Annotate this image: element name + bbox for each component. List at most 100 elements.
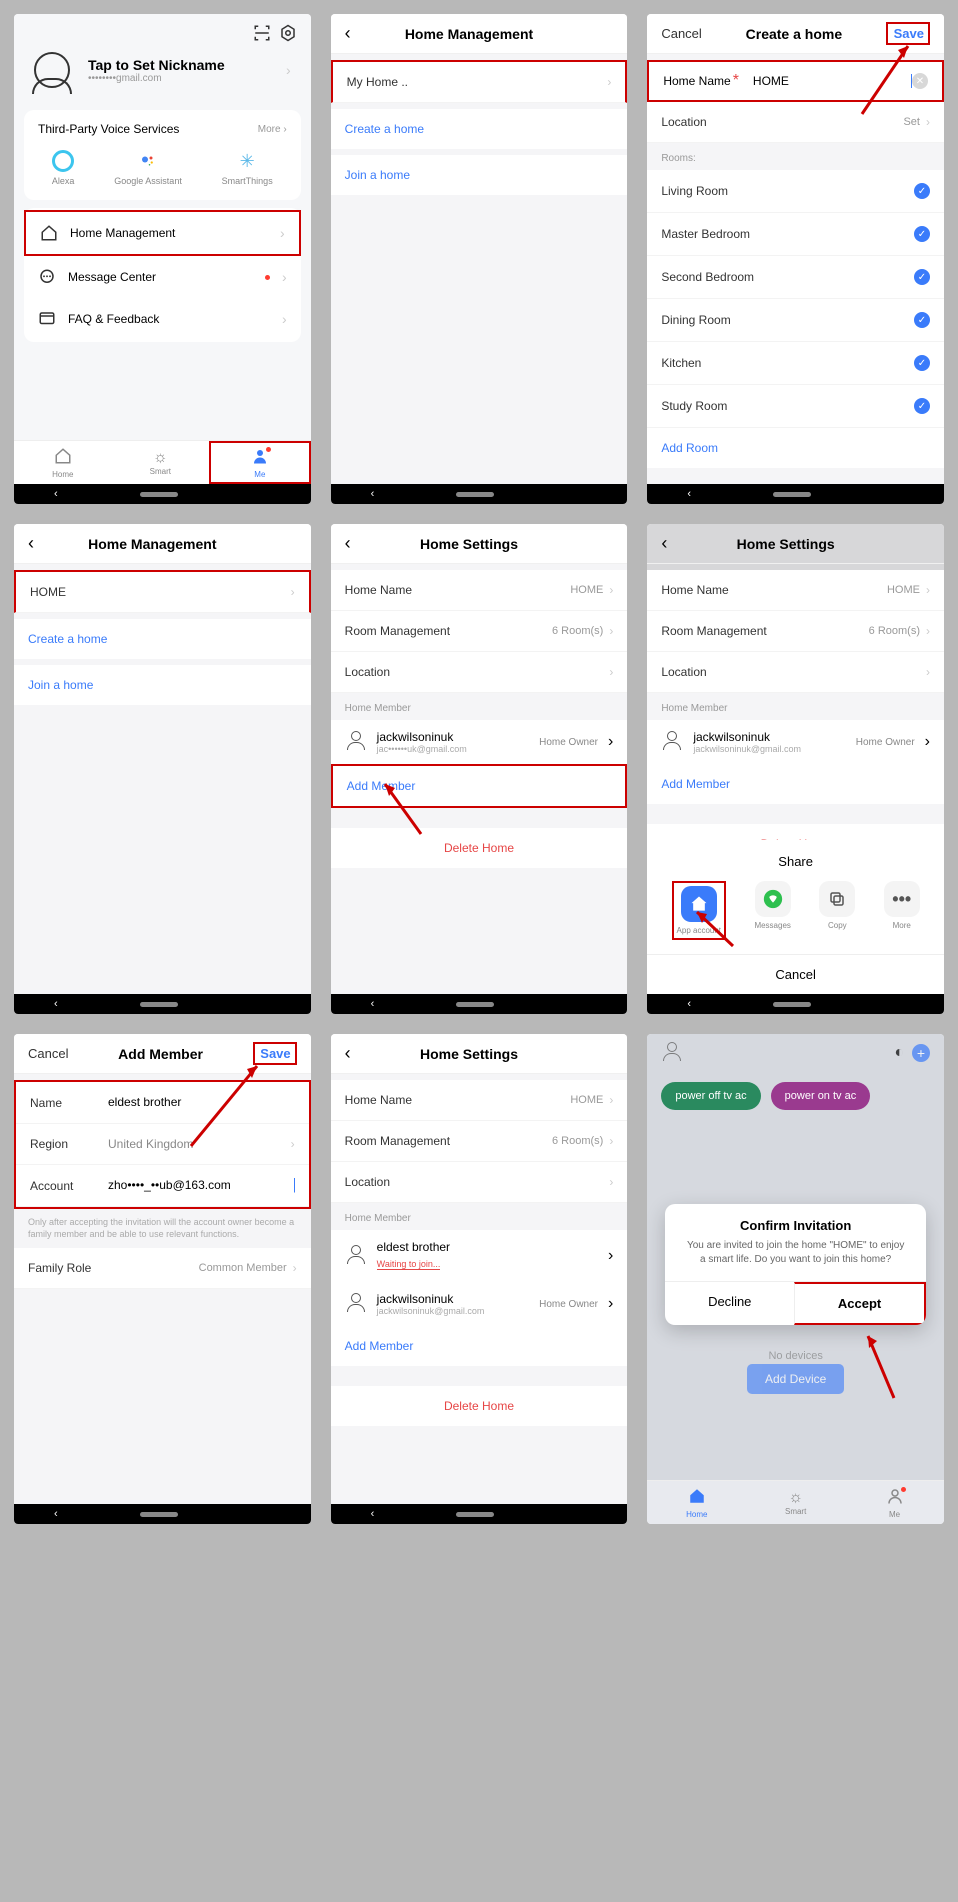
nav-pill[interactable] — [456, 1002, 494, 1007]
cancel-button[interactable]: Cancel — [661, 26, 701, 41]
decline-button[interactable]: Decline — [665, 1282, 794, 1325]
profile-row[interactable]: Tap to Set Nickname ••••••••gmail.com › — [14, 46, 311, 102]
nav-pill[interactable] — [456, 1512, 494, 1517]
family-role-row[interactable]: Family Role Common Member › — [14, 1248, 311, 1289]
voice-smartthings[interactable]: ✳ SmartThings — [222, 150, 273, 186]
scan-icon[interactable] — [253, 24, 271, 42]
location-row[interactable]: Location› — [331, 1162, 628, 1203]
nav-back-icon[interactable]: ‹ — [687, 488, 691, 500]
location-row[interactable]: Location› — [331, 652, 628, 693]
member-row[interactable]: jackwilsoninuk jackwilsoninuk@gmail.com … — [647, 720, 944, 764]
add-icon[interactable]: + — [912, 1044, 930, 1062]
nav-pill[interactable] — [140, 492, 178, 497]
nav-home[interactable]: Home — [14, 441, 112, 484]
account-row[interactable]: Account — [16, 1165, 309, 1207]
delete-home-button[interactable]: Delete Home — [331, 1386, 628, 1426]
nav-me[interactable]: Me — [845, 1481, 944, 1524]
voice-alexa[interactable]: Alexa — [52, 150, 75, 186]
home-row[interactable]: HOME › — [14, 570, 311, 613]
nav-smart[interactable]: ☼ Smart — [112, 441, 210, 484]
name-input[interactable] — [108, 1095, 295, 1110]
room-row[interactable]: Dining Room✓ — [647, 299, 944, 342]
location-row[interactable]: Location› — [647, 652, 944, 693]
location-row[interactable]: Location Set › — [647, 102, 944, 143]
nav-pill[interactable] — [140, 1512, 178, 1517]
member-row[interactable]: jackwilsoninuk jac••••••uk@gmail.com Hom… — [331, 720, 628, 764]
add-member-link[interactable]: Add Member — [331, 1326, 628, 1366]
cancel-button[interactable]: Cancel — [28, 1046, 68, 1061]
add-member-link[interactable]: Add Member — [331, 764, 628, 808]
room-row[interactable]: Kitchen✓ — [647, 342, 944, 385]
faq-row[interactable]: FAQ & Feedback › — [24, 298, 301, 340]
message-center-row[interactable]: Message Center › — [24, 256, 301, 298]
delete-home-button[interactable]: Delete Home — [331, 828, 628, 868]
share-more[interactable]: ••• More — [884, 881, 920, 940]
room-row[interactable]: Study Room✓ — [647, 385, 944, 428]
nav-back-icon[interactable]: ‹ — [687, 998, 691, 1010]
more-link[interactable]: More › — [258, 124, 287, 135]
room-row[interactable]: Living Room✓ — [647, 170, 944, 213]
home-management-row[interactable]: Home Management › — [24, 210, 301, 256]
nav-back-icon[interactable]: ‹ — [371, 1508, 375, 1520]
back-button[interactable]: ‹ — [345, 533, 369, 554]
region-row[interactable]: Region United Kingdom › — [16, 1124, 309, 1165]
share-app-account[interactable]: App account — [672, 881, 726, 940]
add-member-link[interactable]: Add Member — [647, 764, 944, 804]
gear-icon[interactable] — [279, 24, 297, 42]
room-management-row[interactable]: Room Management6 Room(s)› — [647, 611, 944, 652]
nav-back-icon[interactable]: ‹ — [371, 488, 375, 500]
copy-icon — [819, 881, 855, 917]
nav-back-icon[interactable]: ‹ — [54, 488, 58, 500]
member-header: Home Member — [331, 693, 628, 720]
share-copy[interactable]: Copy — [819, 881, 855, 940]
nav-back-icon[interactable]: ‹ — [371, 998, 375, 1010]
home-name-row[interactable]: Home NameHOME› — [647, 570, 944, 611]
home-name-row[interactable]: Home NameHOME› — [331, 570, 628, 611]
accept-button[interactable]: Accept — [794, 1282, 926, 1325]
clear-icon[interactable]: ✕ — [912, 73, 928, 89]
myhome-row[interactable]: My Home .. › — [331, 60, 628, 103]
home-name-row[interactable]: Home NameHOME› — [331, 1080, 628, 1121]
name-row[interactable]: Name — [16, 1082, 309, 1124]
back-button[interactable]: ‹ — [661, 533, 685, 554]
nav-back-icon[interactable]: ‹ — [54, 998, 58, 1010]
nav-pill[interactable] — [456, 492, 494, 497]
back-button[interactable]: ‹ — [345, 23, 369, 44]
scene-power-on[interactable]: power on tv ac — [771, 1082, 871, 1110]
share-messages[interactable]: Messages — [754, 881, 790, 940]
nav-pill[interactable] — [773, 492, 811, 497]
page-title: Create a home — [702, 26, 886, 42]
chevron-right-icon: › — [282, 269, 287, 285]
nav-me[interactable]: Me — [209, 441, 311, 484]
page-title: Home Management — [369, 26, 570, 42]
account-input[interactable] — [108, 1178, 295, 1193]
member-row[interactable]: jackwilsoninuk jackwilsoninuk@gmail.com … — [331, 1282, 628, 1326]
nav-back-icon[interactable]: ‹ — [54, 1508, 58, 1520]
add-device-button[interactable]: Add Device — [747, 1364, 844, 1394]
home-name-row[interactable]: Home Name * ✕ — [647, 60, 944, 102]
nav-pill[interactable] — [140, 1002, 178, 1007]
avatar-icon — [34, 52, 70, 88]
room-management-row[interactable]: Room Management6 Room(s)› — [331, 1121, 628, 1162]
nav-pill[interactable] — [773, 1002, 811, 1007]
home-name-input[interactable] — [753, 74, 912, 88]
save-button[interactable]: Save — [886, 22, 930, 45]
nav-home[interactable]: Home — [647, 1481, 746, 1524]
join-home-link[interactable]: Join a home — [14, 665, 311, 705]
add-room-link[interactable]: Add Room — [647, 428, 944, 468]
create-home-link[interactable]: Create a home — [331, 109, 628, 149]
nav-smart[interactable]: ☼ Smart — [746, 1481, 845, 1524]
save-button[interactable]: Save — [253, 1042, 297, 1065]
member-pending-row[interactable]: eldest brother Waiting to join... › — [331, 1230, 628, 1282]
join-home-link[interactable]: Join a home — [331, 155, 628, 195]
room-row[interactable]: Second Bedroom✓ — [647, 256, 944, 299]
voice-services-card: Third-Party Voice Services More › Alexa … — [24, 110, 301, 200]
share-cancel-button[interactable]: Cancel — [647, 954, 944, 994]
voice-google[interactable]: Google Assistant — [114, 150, 182, 186]
room-row[interactable]: Master Bedroom✓ — [647, 213, 944, 256]
scene-power-off[interactable]: power off tv ac — [661, 1082, 760, 1110]
create-home-link[interactable]: Create a home — [14, 619, 311, 659]
back-button[interactable]: ‹ — [345, 1043, 369, 1064]
room-management-row[interactable]: Room Management6 Room(s)› — [331, 611, 628, 652]
back-button[interactable]: ‹ — [28, 533, 52, 554]
